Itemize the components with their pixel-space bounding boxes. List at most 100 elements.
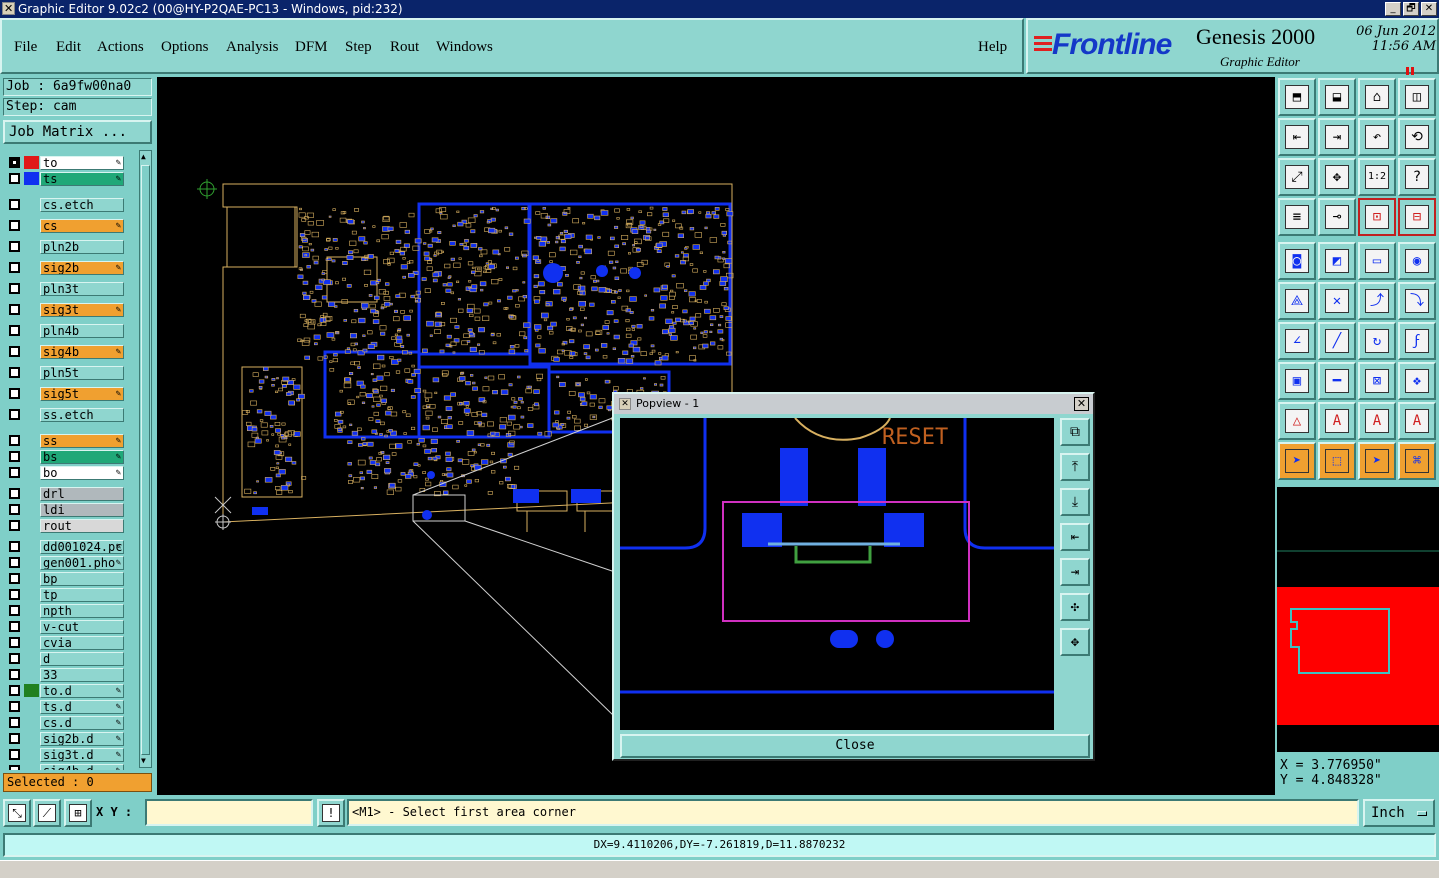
menu-options[interactable]: Options bbox=[161, 39, 209, 56]
unit-select[interactable]: Inch bbox=[1363, 799, 1435, 827]
layer-name[interactable]: sig2b.d ✎ bbox=[40, 732, 124, 746]
layer-name[interactable]: v-cut bbox=[40, 620, 124, 634]
layer-checkbox[interactable] bbox=[9, 220, 20, 231]
menu-help[interactable]: Help bbox=[978, 39, 1007, 56]
layer-row[interactable]: v-cut bbox=[5, 619, 125, 634]
angle-icon[interactable]: ∠ bbox=[1278, 322, 1316, 360]
layer-name[interactable]: sig3t ✎ bbox=[40, 303, 124, 317]
layer-display-icon[interactable]: ⊡ bbox=[1358, 198, 1396, 236]
layer-row[interactable]: ts.d ✎ bbox=[5, 699, 125, 714]
layer-color-swatch[interactable] bbox=[24, 198, 39, 211]
minimize-button[interactable]: _ bbox=[1385, 2, 1401, 16]
layer-row[interactable]: bs ✎ bbox=[5, 449, 125, 464]
layer-checkbox[interactable] bbox=[9, 541, 20, 552]
layer-name[interactable]: ts ✎ bbox=[40, 172, 124, 186]
layer-checkbox[interactable] bbox=[9, 173, 20, 184]
layer-color-swatch[interactable] bbox=[24, 588, 39, 601]
layer-row[interactable]: gen001.pho ✎ bbox=[5, 555, 125, 570]
line-icon[interactable]: ╱ bbox=[1318, 322, 1356, 360]
layer-name[interactable]: sig5t ✎ bbox=[40, 387, 124, 401]
layer-checkbox[interactable] bbox=[9, 589, 20, 600]
layer-name[interactable]: d bbox=[40, 652, 124, 666]
layer-color-swatch[interactable] bbox=[24, 408, 39, 421]
menu-analysis[interactable]: Analysis bbox=[226, 39, 279, 56]
layer-checkbox[interactable] bbox=[9, 451, 20, 462]
segment-icon[interactable]: ━ bbox=[1318, 362, 1356, 400]
layer-color-swatch[interactable] bbox=[24, 748, 39, 761]
layer-row[interactable]: pln3t bbox=[5, 281, 125, 296]
window-icon[interactable]: ◫ bbox=[1398, 78, 1436, 116]
layer-row[interactable]: cs.d ✎ bbox=[5, 715, 125, 730]
layer-name[interactable]: cs.d ✎ bbox=[40, 716, 124, 730]
menu-actions[interactable]: Actions bbox=[97, 39, 144, 56]
layer-row[interactable]: cs ✎ bbox=[5, 218, 125, 233]
layer-row[interactable]: pln4b bbox=[5, 323, 125, 338]
layer-name[interactable]: gen001.pho ✎ bbox=[40, 556, 124, 570]
popview-pan-right-icon[interactable]: ⇥ bbox=[1060, 558, 1090, 586]
layer-color-swatch[interactable] bbox=[24, 503, 39, 516]
layer-name[interactable]: dd001024.pc ✎ bbox=[40, 540, 124, 554]
layer-color-swatch[interactable] bbox=[24, 700, 39, 713]
menu-step[interactable]: Step bbox=[345, 39, 372, 56]
snap-icon[interactable]: ⤡ bbox=[3, 799, 31, 827]
layer-checkbox[interactable] bbox=[9, 637, 20, 648]
layer-color-swatch[interactable] bbox=[24, 519, 39, 532]
layer-row[interactable]: sig3t ✎ bbox=[5, 302, 125, 317]
job-matrix-button[interactable]: Job Matrix ... bbox=[3, 120, 152, 144]
layer-checkbox[interactable] bbox=[9, 669, 20, 680]
scroll-up-icon[interactable]: ▲ bbox=[141, 152, 146, 162]
layer-checkbox[interactable] bbox=[9, 504, 20, 515]
view-bottom-icon[interactable]: ⬓ bbox=[1318, 78, 1356, 116]
layer-row[interactable]: ldi bbox=[5, 502, 125, 517]
layer-color-swatch[interactable] bbox=[24, 636, 39, 649]
layer-checkbox[interactable] bbox=[9, 262, 20, 273]
layer-name[interactable]: to.d ✎ bbox=[40, 684, 124, 698]
layer-color-swatch[interactable] bbox=[24, 604, 39, 617]
popview-pan-down-icon[interactable]: ⤓ bbox=[1060, 488, 1090, 516]
scale-icon[interactable]: 1:2 bbox=[1358, 158, 1396, 196]
layer-row[interactable]: npth bbox=[5, 603, 125, 618]
menu-file[interactable]: File bbox=[14, 39, 37, 56]
layer-checkbox[interactable] bbox=[9, 157, 20, 168]
xy-input[interactable] bbox=[145, 799, 313, 826]
layer-color-swatch[interactable] bbox=[24, 156, 39, 169]
layer-row[interactable]: cvia bbox=[5, 635, 125, 650]
zoom-move-icon[interactable]: ✥ bbox=[1318, 158, 1356, 196]
menu-dfm[interactable]: DFM bbox=[295, 39, 328, 56]
layer-row[interactable]: bp bbox=[5, 571, 125, 586]
net-icon[interactable]: ⟁ bbox=[1278, 282, 1316, 320]
minimap[interactable] bbox=[1277, 487, 1439, 752]
layer-row[interactable]: sig3t.d ✎ bbox=[5, 747, 125, 762]
layer-color-swatch[interactable] bbox=[24, 556, 39, 569]
measure-box-icon[interactable]: ⊠ bbox=[1358, 362, 1396, 400]
layer-checkbox[interactable] bbox=[9, 733, 20, 744]
popview-canvas[interactable]: RESET bbox=[620, 418, 1054, 730]
layer-row[interactable]: d bbox=[5, 651, 125, 666]
layer-color-swatch[interactable] bbox=[24, 450, 39, 463]
layer-color-swatch[interactable] bbox=[24, 172, 39, 185]
layer-color-swatch[interactable] bbox=[24, 764, 39, 770]
popview-zoom-out-icon[interactable]: ✥ bbox=[1060, 628, 1090, 656]
layer-color-swatch[interactable] bbox=[24, 324, 39, 337]
layer-checkbox[interactable] bbox=[9, 653, 20, 664]
layer-color-swatch[interactable] bbox=[24, 366, 39, 379]
measure-icon[interactable]: ⟋ bbox=[33, 799, 61, 827]
select-icon[interactable]: ➤ bbox=[1278, 442, 1316, 480]
pan-right-icon[interactable]: ⇥ bbox=[1318, 118, 1356, 156]
layer-color-swatch[interactable] bbox=[24, 434, 39, 447]
layer-row[interactable]: 33 bbox=[5, 667, 125, 682]
rotate-icon[interactable]: ↻ bbox=[1358, 322, 1396, 360]
layer-color-swatch[interactable] bbox=[24, 219, 39, 232]
layer-name[interactable]: bp bbox=[40, 572, 124, 586]
popview-pan-left-icon[interactable]: ⇤ bbox=[1060, 523, 1090, 551]
layer-checkbox[interactable] bbox=[9, 388, 20, 399]
layer-checkbox[interactable] bbox=[9, 520, 20, 531]
layer-row[interactable]: sig5t ✎ bbox=[5, 386, 125, 401]
layer-row[interactable]: sig2b.d ✎ bbox=[5, 731, 125, 746]
layer-checkbox[interactable] bbox=[9, 283, 20, 294]
fill-icon[interactable]: ◙ bbox=[1278, 242, 1316, 280]
layer-checkbox[interactable] bbox=[9, 367, 20, 378]
layer-color-swatch[interactable] bbox=[24, 487, 39, 500]
scroll-down-icon[interactable]: ▼ bbox=[141, 756, 146, 766]
popview-zoom-in-icon[interactable]: ✣ bbox=[1060, 593, 1090, 621]
